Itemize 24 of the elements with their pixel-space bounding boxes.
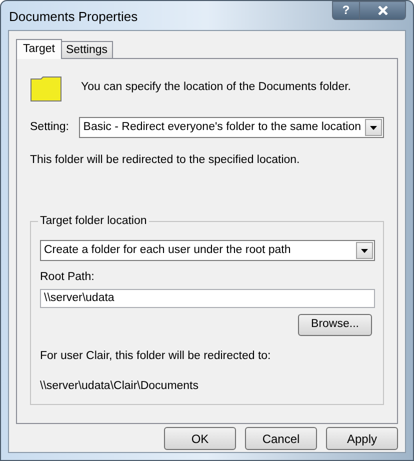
browse-button[interactable]: Browse... [298, 314, 372, 336]
dropdown-field[interactable]: Create a folder for each user under the root path [40, 240, 375, 262]
info-text: This folder will be redirected to the specified location. [30, 153, 301, 168]
window-title: Documents Properties [9, 8, 138, 26]
tab[interactable]: Settings [62, 41, 113, 58]
preview-label: For user Clair, this folder will be redirected to: [40, 348, 272, 364]
dialog-button[interactable]: Cancel [245, 427, 317, 450]
tab[interactable]: Target [16, 39, 62, 59]
caret-icon [370, 126, 377, 130]
root-path-field[interactable]: \\server\udata [40, 288, 375, 308]
intro-text: You can specify the location of the Documents folder. [81, 80, 351, 96]
dropdown-arrow-button[interactable] [356, 242, 373, 260]
dialog-button[interactable]: OK [164, 427, 236, 450]
help-button[interactable]: ? [332, 1, 360, 20]
setting-label: Setting: [30, 120, 70, 135]
close-button[interactable] [360, 1, 406, 20]
root-path-label: Root Path: [40, 270, 96, 286]
preview-path: \\server\udata\Clair\Documents [40, 378, 200, 394]
dialog-button[interactable]: Apply [326, 427, 398, 450]
caret-icon [361, 248, 368, 253]
dropdown-arrow-button[interactable] [365, 119, 382, 136]
folder-icon [30, 74, 62, 102]
dropdown-field[interactable]: Basic - Redirect everyone's folder to the same location [79, 117, 384, 138]
close-icon [378, 6, 388, 15]
